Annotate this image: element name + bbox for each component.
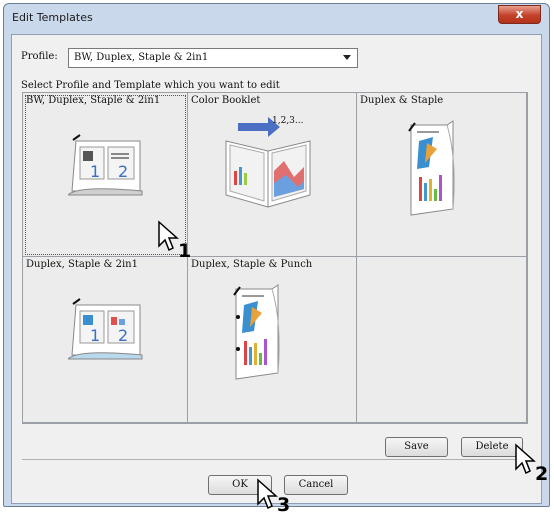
template-label: BW, Duplex, Staple & 2in1 <box>26 95 161 106</box>
template-label: Duplex & Staple <box>360 95 444 106</box>
template-grid: BW, Duplex, Staple & 2in1 1 2 Color Book… <box>22 92 528 424</box>
callout-number: 3 <box>277 494 291 516</box>
callout-number: 2 <box>535 463 549 485</box>
instruction-text: Select Profile and Template which you wa… <box>21 80 280 91</box>
cursor-arrow-icon <box>158 220 179 252</box>
duplex-staple-icon <box>408 120 455 216</box>
template-label: Color Booklet <box>191 95 261 106</box>
close-button[interactable]: x <box>498 5 541 24</box>
profile-label: Profile: <box>21 51 58 62</box>
title-bar[interactable]: Edit Templates x <box>4 4 549 34</box>
svg-text:1: 1 <box>90 162 100 181</box>
cursor-arrow-icon <box>257 478 278 510</box>
edit-templates-dialog: Edit Templates x Profile: BW, Duplex, St… <box>3 3 550 507</box>
callout-number: 1 <box>178 240 192 262</box>
svg-text:1: 1 <box>90 326 100 345</box>
profile-dropdown[interactable]: BW, Duplex, Staple & 2in1 <box>68 48 358 68</box>
booklet-icon: 1,2,3... <box>225 116 311 208</box>
dialog-client-area: Profile: BW, Duplex, Staple & 2in1 Selec… <box>11 34 542 504</box>
template-label: Duplex, Staple & 2in1 <box>26 259 138 270</box>
divider <box>22 459 528 460</box>
template-cell-duplex-staple[interactable]: Duplex & Staple <box>357 93 527 257</box>
profile-dropdown-value: BW, Duplex, Staple & 2in1 <box>74 52 209 63</box>
template-label: Duplex, Staple & Punch <box>191 259 313 270</box>
svg-text:2: 2 <box>118 162 128 181</box>
save-button[interactable]: Save <box>385 437 448 457</box>
cancel-button[interactable]: Cancel <box>284 475 348 495</box>
template-cell-duplex-staple-punch[interactable]: Duplex, Staple & Punch <box>188 257 357 423</box>
booklet-overlay-text: 1,2,3... <box>272 116 304 126</box>
close-icon: x <box>515 7 524 21</box>
duplex-punch-icon <box>233 284 280 380</box>
chevron-down-icon <box>343 55 351 60</box>
template-cell-duplex-staple-2in1[interactable]: Duplex, Staple & 2in1 1 2 <box>23 257 188 423</box>
svg-text:2: 2 <box>118 326 128 345</box>
template-cell-color-booklet[interactable]: Color Booklet 1,2,3... <box>188 93 357 257</box>
template-cell-empty[interactable] <box>357 257 527 423</box>
cursor-arrow-icon <box>515 443 536 475</box>
window-title: Edit Templates <box>12 11 93 24</box>
duplex-2in1-icon: 1 2 <box>68 298 143 360</box>
bw-2in1-icon: 1 2 <box>68 134 143 196</box>
